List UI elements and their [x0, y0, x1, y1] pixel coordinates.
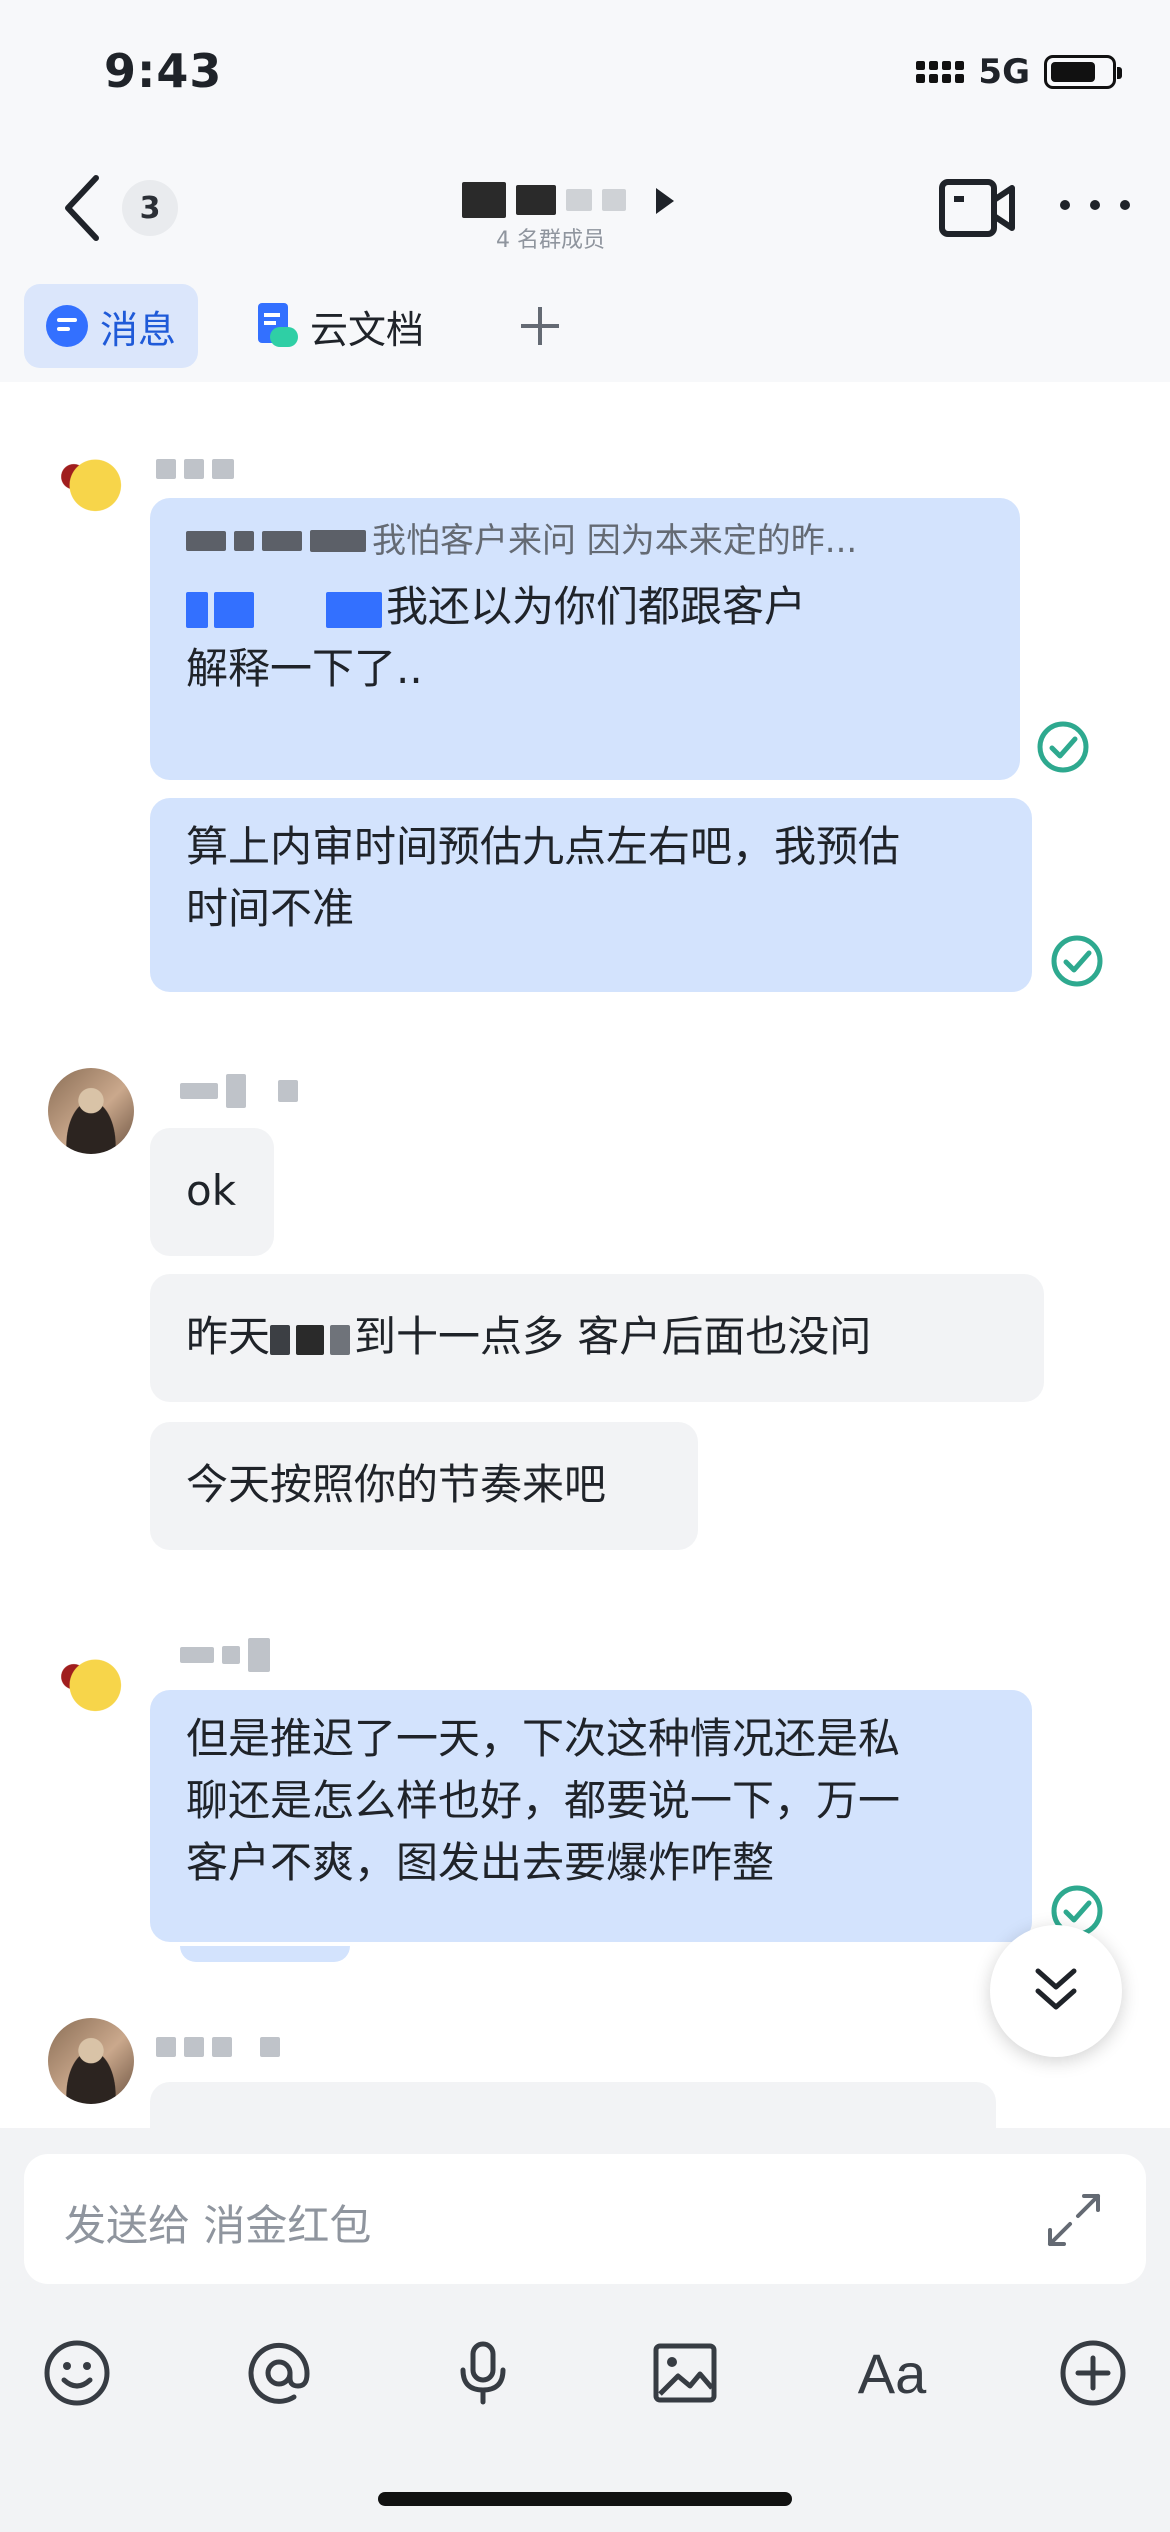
reaction-bar-partial[interactable]	[180, 1946, 350, 1962]
back-button[interactable]	[56, 172, 116, 244]
emoji-icon	[44, 2340, 110, 2406]
redacted-mention[interactable]	[186, 591, 382, 628]
message-composer: 发送给 消金红包 Aa	[0, 2128, 1170, 2532]
redacted-text	[270, 1324, 351, 1355]
redacted-sender-name	[156, 454, 234, 484]
status-indicators: 5G	[916, 52, 1122, 92]
redacted-sender-name	[180, 1638, 270, 1672]
chevron-left-icon	[65, 175, 99, 241]
member-count: 4 名群成员	[496, 228, 605, 253]
more-dot-icon	[1090, 200, 1100, 210]
redacted-group-name	[462, 182, 626, 218]
message-bubble-reply[interactable]: 我怕客户来问 因为本来定的昨... 我还以为你们都跟客户 解释一下了..	[150, 498, 1020, 780]
battery-level	[1051, 62, 1095, 82]
voice-input-button[interactable]	[446, 2336, 520, 2410]
status-time: 9:43	[104, 44, 223, 98]
message-icon	[46, 305, 88, 347]
group-title[interactable]: 4 名群成员	[440, 172, 740, 262]
home-indicator[interactable]	[378, 2492, 792, 2506]
video-call-button[interactable]	[938, 176, 1016, 240]
more-actions-button[interactable]	[1056, 2336, 1130, 2410]
avatar[interactable]	[48, 1068, 134, 1154]
cellular-signal-icon	[916, 61, 965, 83]
tab-messages[interactable]: 消息	[24, 284, 199, 368]
unread-count-badge[interactable]: 3	[122, 180, 178, 236]
image-icon	[653, 2343, 717, 2403]
redacted-quote-sender	[186, 530, 366, 552]
plus-icon	[521, 307, 559, 345]
cloud-doc-icon	[256, 303, 298, 349]
message-bubble-partial[interactable]	[150, 2082, 996, 2128]
emoji-button[interactable]	[40, 2336, 114, 2410]
message-bubble[interactable]: 但是推迟了一天，下次这种情况还是私 聊还是怎么样也好，都要说一下，万一 客户不爽…	[150, 1690, 1032, 1942]
video-camera-icon	[939, 179, 1015, 237]
tab-cloud-docs-label: 云文档	[310, 307, 425, 352]
expand-composer-button[interactable]	[1044, 2190, 1104, 2250]
chat-header: 3 4 名群成员	[0, 140, 1170, 270]
image-button[interactable]	[648, 2336, 722, 2410]
message-input-placeholder: 发送给 消金红包	[64, 2201, 372, 2250]
quoted-message[interactable]: 我怕客户来问 因为本来定的昨...	[186, 516, 984, 566]
tab-messages-label: 消息	[100, 307, 177, 352]
network-type: 5G	[978, 52, 1030, 92]
avatar[interactable]	[48, 2018, 134, 2104]
expand-icon	[1048, 2194, 1100, 2246]
battery-icon	[1044, 55, 1122, 89]
double-chevron-down-icon	[1035, 1968, 1077, 2010]
text-format-icon: Aa	[857, 2341, 927, 2405]
add-tab-button[interactable]	[496, 284, 584, 368]
read-receipt-icon[interactable]	[1036, 720, 1090, 774]
scroll-to-bottom-button[interactable]	[990, 1925, 1122, 2057]
message-bubble[interactable]: ok	[150, 1128, 274, 1256]
plus-circle-icon	[1060, 2340, 1126, 2406]
tab-cloud-docs[interactable]: 云文档	[234, 284, 446, 368]
avatar[interactable]	[48, 438, 134, 524]
caret-right-icon	[656, 188, 674, 214]
message-input[interactable]: 发送给 消金红包	[24, 2154, 1146, 2284]
microphone-icon	[460, 2341, 506, 2405]
more-dot-icon	[1120, 200, 1130, 210]
chat-tabs: 消息 云文档	[0, 270, 1170, 382]
mention-icon	[248, 2342, 310, 2404]
text-format-button[interactable]: Aa	[850, 2336, 934, 2410]
redacted-sender-name	[180, 1074, 298, 1108]
avatar[interactable]	[48, 1638, 134, 1724]
composer-toolbar: Aa	[0, 2318, 1170, 2428]
status-bar: 9:43 5G	[0, 0, 1170, 140]
redacted-sender-name	[156, 2032, 280, 2062]
message-list[interactable]: 我怕客户来问 因为本来定的昨... 我还以为你们都跟客户 解释一下了.. 算上内…	[0, 382, 1170, 2128]
message-bubble[interactable]: 今天按照你的节奏来吧	[150, 1422, 698, 1550]
more-options-button[interactable]	[1060, 180, 1130, 230]
mention-button[interactable]	[242, 2336, 316, 2410]
message-bubble[interactable]: 昨天 到十一点多 客户后面也没问	[150, 1274, 1044, 1402]
more-dot-icon	[1060, 200, 1070, 210]
read-receipt-icon[interactable]	[1050, 934, 1104, 988]
quoted-text: 我怕客户来问 因为本来定的昨...	[372, 521, 858, 561]
message-text: 我还以为你们都跟客户 解释一下了..	[186, 582, 807, 693]
message-bubble[interactable]: 算上内审时间预估九点左右吧，我预估 时间不准	[150, 798, 1032, 992]
